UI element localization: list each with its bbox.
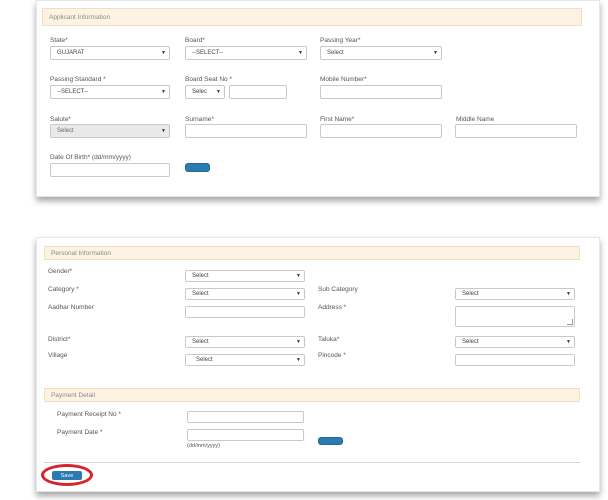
chevron-down-icon: ▼ bbox=[566, 291, 571, 297]
taluka-select[interactable]: Select ▼ bbox=[455, 336, 575, 348]
passing-year-label: Passing Year* bbox=[320, 37, 361, 44]
salute-select[interactable]: Select ▼ bbox=[50, 124, 170, 138]
personal-section-title: Personal Information bbox=[51, 249, 111, 257]
payment-verify-button[interactable] bbox=[318, 437, 343, 445]
gender-select[interactable]: Select ▼ bbox=[185, 270, 305, 282]
taluka-label: Taluka* bbox=[318, 336, 340, 343]
chevron-down-icon: ▼ bbox=[296, 291, 301, 297]
category-select[interactable]: Select ▼ bbox=[185, 288, 305, 300]
resize-grip-icon[interactable] bbox=[567, 319, 573, 325]
chevron-down-icon: ▼ bbox=[433, 50, 438, 56]
state-select-value: GUJARAT bbox=[57, 50, 85, 56]
sub-category-label: Sub Category bbox=[318, 286, 358, 293]
dob-label: Date Of Birth* (dd/mm/yyyy) bbox=[50, 154, 131, 161]
payment-receipt-label: Payment Receipt No * bbox=[57, 411, 121, 418]
chevron-down-icon: ▼ bbox=[298, 50, 303, 56]
chevron-down-icon: ▼ bbox=[161, 89, 166, 95]
middle-name-label: Middle Name bbox=[456, 116, 495, 123]
payment-date-input[interactable] bbox=[187, 429, 304, 441]
sub-category-select-value: Select bbox=[462, 291, 479, 297]
board-label: Board* bbox=[185, 37, 205, 44]
sub-category-select[interactable]: Select ▼ bbox=[455, 288, 575, 300]
mobile-label: Mobile Number* bbox=[320, 76, 367, 83]
address-label: Address * bbox=[318, 304, 347, 311]
passing-standard-select[interactable]: --SELECT-- ▼ bbox=[50, 85, 170, 99]
save-button-label: Save bbox=[60, 472, 74, 479]
salute-label: Salute* bbox=[50, 116, 71, 123]
verify-button[interactable] bbox=[185, 163, 210, 172]
district-select[interactable]: Select ▼ bbox=[185, 336, 305, 348]
district-select-value: Select bbox=[192, 339, 209, 345]
category-select-value: Select bbox=[192, 291, 209, 297]
aadhar-label: Aadhar Number bbox=[48, 304, 94, 311]
passing-standard-label: Passing Standard * bbox=[50, 76, 106, 83]
board-select[interactable]: --SELECT-- ▼ bbox=[185, 46, 307, 60]
applicant-section-title: Applicant Information bbox=[49, 13, 111, 21]
village-label: Village bbox=[48, 352, 68, 359]
payment-section-header: Payment Detail bbox=[44, 388, 580, 402]
board-select-value: --SELECT-- bbox=[192, 50, 224, 56]
village-select[interactable]: Select ▼ bbox=[185, 354, 305, 366]
surname-label: Surname* bbox=[185, 116, 214, 123]
chevron-down-icon: ▼ bbox=[296, 357, 301, 363]
aadhar-input[interactable] bbox=[185, 306, 305, 318]
chevron-down-icon: ▼ bbox=[161, 128, 166, 134]
surname-input[interactable] bbox=[185, 124, 307, 138]
passing-standard-select-value: --SELECT-- bbox=[57, 89, 89, 95]
board-seat-no-input[interactable] bbox=[229, 85, 287, 99]
first-name-input[interactable] bbox=[320, 124, 442, 138]
gender-select-value: Select bbox=[192, 273, 209, 279]
chevron-down-icon: ▼ bbox=[296, 339, 301, 345]
chevron-down-icon: ▼ bbox=[216, 89, 221, 95]
mobile-input[interactable] bbox=[320, 85, 442, 99]
payment-date-hint: (dd/mm/yyyy) bbox=[187, 443, 220, 449]
passing-year-select[interactable]: Select ▼ bbox=[320, 46, 442, 60]
board-seat-no-label: Board Seat No * bbox=[185, 76, 232, 83]
board-seat-prefix-value: Selec bbox=[192, 89, 208, 95]
taluka-select-value: Select bbox=[462, 339, 479, 345]
salute-select-value: Select bbox=[57, 128, 74, 134]
village-select-value: Select bbox=[196, 357, 213, 363]
middle-name-input[interactable] bbox=[455, 124, 577, 138]
chevron-down-icon: ▼ bbox=[296, 273, 301, 279]
board-seat-prefix-select[interactable]: Selec ▼ bbox=[185, 85, 225, 99]
pincode-input[interactable] bbox=[455, 354, 575, 366]
passing-year-select-value: Select bbox=[327, 50, 344, 56]
applicant-section-header: Applicant Information bbox=[42, 8, 582, 26]
divider bbox=[44, 462, 580, 463]
personal-section-header: Personal Information bbox=[44, 246, 580, 260]
gender-label: Gender* bbox=[48, 268, 73, 275]
chevron-down-icon: ▼ bbox=[566, 339, 571, 345]
payment-receipt-input[interactable] bbox=[187, 411, 304, 423]
state-select[interactable]: GUJARAT ▼ bbox=[50, 46, 170, 60]
save-button[interactable]: Save bbox=[52, 471, 82, 480]
chevron-down-icon: ▼ bbox=[161, 50, 166, 56]
district-label: District* bbox=[48, 336, 71, 343]
state-label: State* bbox=[50, 37, 68, 44]
payment-date-label: Payment Date * bbox=[57, 429, 103, 436]
payment-section-title: Payment Detail bbox=[51, 391, 96, 399]
pincode-label: Pincode * bbox=[318, 352, 346, 359]
first-name-label: First Name* bbox=[320, 116, 355, 123]
category-label: Category * bbox=[48, 286, 79, 293]
dob-input[interactable] bbox=[50, 163, 170, 177]
address-textarea[interactable] bbox=[455, 306, 575, 327]
